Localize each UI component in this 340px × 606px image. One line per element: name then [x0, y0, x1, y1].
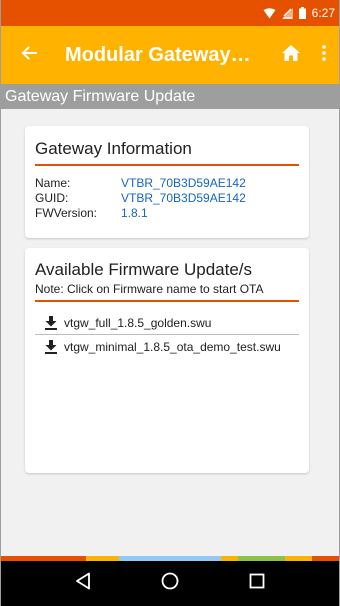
section-header: Gateway Firmware Update	[1, 84, 339, 109]
info-value: VTBR_70B3D59AE142	[121, 191, 246, 205]
status-time: 6:27	[311, 6, 335, 20]
info-row-fwversion: FWVersion: 1.8.1	[35, 206, 309, 221]
back-button[interactable]	[1, 26, 57, 84]
info-value: 1.8.1	[121, 206, 148, 220]
gateway-info-rows: Name: VTBR_70B3D59AE142 GUID: VTBR_70B3D…	[25, 166, 309, 221]
firmware-item-name: vtgw_minimal_1.8.5_ota_demo_test.swu	[64, 339, 281, 354]
battery-icon	[298, 7, 306, 19]
app-screen: 6:27 Modular Gateway… Gateway Firmware U…	[0, 0, 340, 606]
firmware-updates-card: Available Firmware Update/s Note: Click …	[25, 248, 309, 473]
overflow-menu-button[interactable]	[309, 26, 339, 84]
firmware-item[interactable]: vtgw_full_1.8.5_golden.swu	[35, 311, 299, 334]
signal-icon	[281, 7, 293, 19]
back-triangle-icon	[75, 572, 91, 595]
arrow-left-icon	[21, 45, 37, 66]
info-label: FWVersion:	[35, 206, 98, 220]
firmware-item-name: vtgw_full_1.8.5_golden.swu	[64, 315, 212, 330]
home-circle-icon	[161, 572, 179, 595]
home-button[interactable]	[273, 26, 309, 84]
home-icon	[282, 44, 300, 66]
firmware-list: vtgw_full_1.8.5_golden.swu vtgw_minimal_…	[35, 311, 299, 358]
info-label: GUID:	[35, 191, 69, 205]
nav-recents-button[interactable]	[237, 564, 277, 604]
app-title: Modular Gateway…	[65, 43, 251, 66]
more-vert-icon	[322, 44, 326, 66]
firmware-item[interactable]: vtgw_minimal_1.8.5_ota_demo_test.swu	[35, 335, 299, 358]
download-icon	[45, 339, 57, 354]
info-value: VTBR_70B3D59AE142	[121, 176, 246, 190]
app-toolbar: Modular Gateway…	[1, 26, 339, 84]
recents-square-icon	[249, 573, 265, 594]
nav-back-button[interactable]	[63, 564, 103, 604]
firmware-updates-title: Available Firmware Update/s	[35, 260, 252, 279]
info-row-name: Name: VTBR_70B3D59AE142	[35, 176, 309, 191]
gateway-info-card: Gateway Information Name: VTBR_70B3D59AE…	[25, 126, 309, 238]
info-row-guid: GUID: VTBR_70B3D59AE142	[35, 191, 309, 206]
status-bar: 6:27	[1, 0, 339, 26]
info-label: Name:	[35, 176, 71, 190]
wifi-icon	[263, 7, 276, 19]
download-icon	[45, 315, 57, 330]
system-nav-bar	[1, 561, 339, 606]
gateway-info-title: Gateway Information	[35, 126, 299, 166]
nav-home-button[interactable]	[150, 564, 190, 604]
firmware-updates-note: Note: Click on Firmware name to start OT…	[35, 280, 299, 302]
